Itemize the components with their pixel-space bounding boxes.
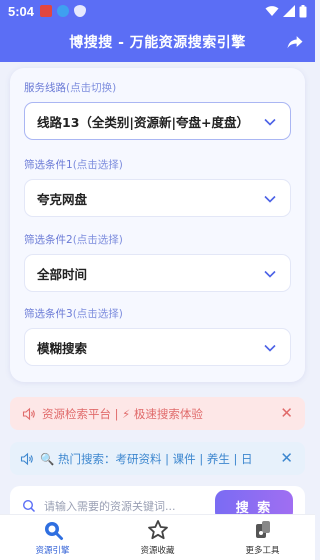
filter1-value: 夸克网盘 [37,191,88,207]
search-icon [22,499,36,513]
search-engine-icon [44,522,63,540]
filter1-select[interactable]: 夸克网盘 [24,179,291,217]
tab-favorites[interactable]: 资源收藏 [105,515,210,560]
chevron-down-icon [264,118,276,126]
bottom-tab-bar: 资源引擎 资源收藏 更多工具 [0,514,315,560]
chevron-down-icon [264,344,276,352]
service-line-select[interactable]: 线路13（全类别|资源新|夸盘+度盘） [24,102,291,140]
chevron-down-icon [264,270,276,278]
search-input[interactable] [44,499,214,513]
speaker-icon [20,452,33,465]
wifi-icon [265,6,279,16]
filter2-value: 全部时间 [37,266,88,282]
field-label-filter2: 筛选条件2(点击选择) [24,234,123,246]
speaker-icon [22,407,35,420]
tab-resource-engine[interactable]: 资源引擎 [0,515,105,560]
close-icon[interactable]: ✕ [276,451,293,466]
download-icon [57,5,70,17]
tab-label: 资源收藏 [140,546,175,556]
hot-search-text[interactable]: 🔍 热门搜索：考研资料 | 课件 | 养生 | 日 [40,451,253,467]
filter3-value: 模糊搜索 [37,340,88,356]
app-title: 博搜搜 - 万能资源搜索引擎 [69,35,246,51]
tab-more-tools[interactable]: 更多工具 [210,515,315,560]
status-time: 5:04 [8,3,35,19]
promo-text: 资源检索平台 | ⚡ 极速搜索体验 [42,406,203,421]
field-label-service-line: 服务线路(点击切换) [24,82,117,94]
star-icon [147,520,168,540]
tab-label: 资源引擎 [35,546,70,556]
app-bar: 博搜搜 - 万能资源搜索引擎 [0,22,315,62]
chevron-down-icon [264,195,276,203]
promo-notice: 资源检索平台 | ⚡ 极速搜索体验 ✕ [10,397,305,430]
tools-icon [255,521,270,538]
field-label-filter3: 筛选条件3(点击选择) [24,308,123,320]
filter-card: 服务线路(点击切换) 线路13（全类别|资源新|夸盘+度盘） 筛选条件1(点击选… [10,68,305,382]
field-label-filter1: 筛选条件1(点击选择) [24,159,123,171]
share-icon[interactable] [285,32,305,52]
filter2-select[interactable]: 全部时间 [24,254,291,292]
shield-icon [74,5,87,17]
notification-app-icon [40,5,53,17]
tab-label: 更多工具 [245,546,280,556]
hot-search-notice: 🔍 热门搜索：考研资料 | 课件 | 养生 | 日 ✕ [10,442,305,475]
signal-icon [283,5,295,17]
service-line-value: 线路13（全类别|资源新|夸盘+度盘） [37,114,250,130]
battery-icon [299,4,307,17]
close-icon[interactable]: ✕ [280,406,293,421]
filter3-select[interactable]: 模糊搜索 [24,328,291,366]
status-bar: 5:04 [0,0,315,22]
